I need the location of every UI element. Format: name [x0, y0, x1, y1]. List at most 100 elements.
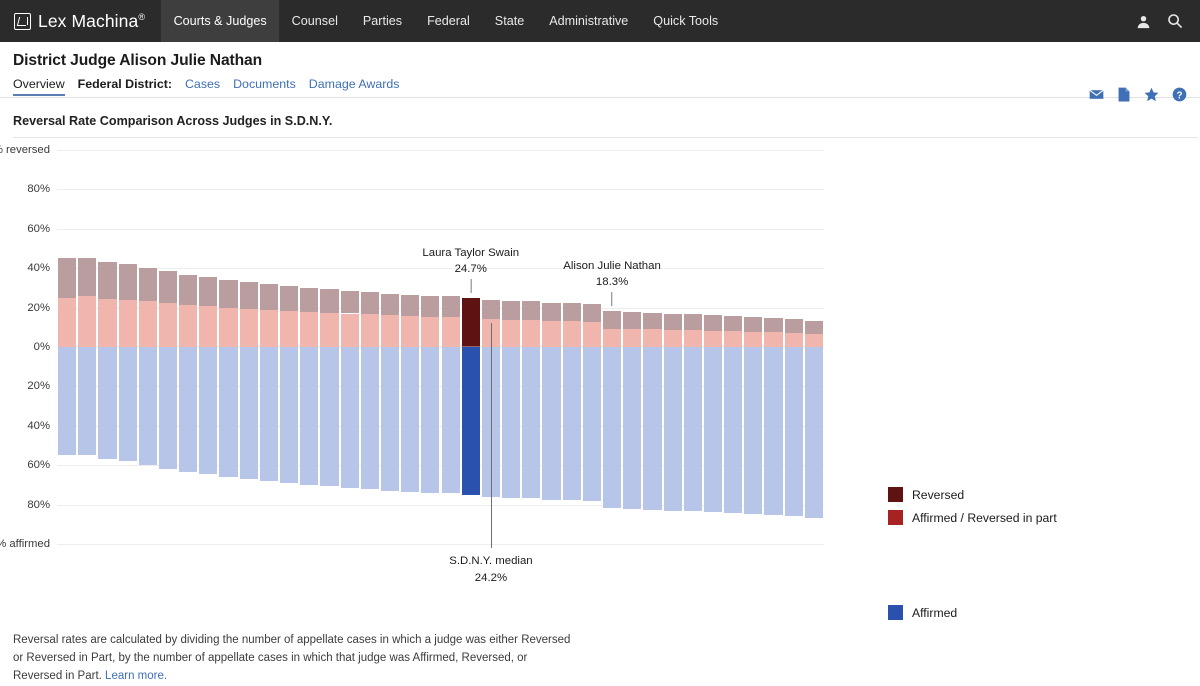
tab-overview[interactable]: Overview	[13, 77, 65, 96]
bar-segment-reversed	[623, 312, 641, 330]
user-icon[interactable]	[1136, 14, 1151, 29]
bar-segment-reversed	[320, 289, 338, 313]
chart-bar[interactable]	[199, 150, 217, 544]
chart-bar[interactable]	[583, 150, 601, 544]
y-axis-tick-label: 40%	[27, 420, 50, 432]
legend-item-reversed[interactable]: Reversed	[888, 483, 1057, 506]
bar-segment-affirmed	[421, 347, 439, 493]
bar-segment-partial	[744, 332, 762, 347]
nav-item-courts-judges[interactable]: Courts & Judges	[161, 0, 279, 42]
chart-bar[interactable]	[260, 150, 278, 544]
bar-segment-reversed	[664, 314, 682, 331]
chart-bar[interactable]	[320, 150, 338, 544]
chart-bar[interactable]	[341, 150, 359, 544]
chart-bar[interactable]	[664, 150, 682, 544]
chart-bar[interactable]	[623, 150, 641, 544]
chart-bar[interactable]	[179, 150, 197, 544]
email-icon[interactable]	[1089, 87, 1104, 102]
nav-label: Counsel	[292, 14, 338, 28]
top-navigation-bar: Lex Machina® Courts & Judges Counsel Par…	[0, 0, 1200, 42]
bar-segment-affirmed	[119, 347, 137, 461]
chart-bar[interactable]	[139, 150, 157, 544]
chart-bar[interactable]	[219, 150, 237, 544]
chart-bar[interactable]	[764, 150, 782, 544]
nav-item-state[interactable]: State	[482, 0, 536, 42]
chart-bar[interactable]	[98, 150, 116, 544]
footnote-text: Reversal rates are calculated by dividin…	[13, 634, 570, 682]
legend-item-affirmed[interactable]: Affirmed	[888, 601, 957, 624]
bar-segment-reversed	[341, 291, 359, 314]
nav-label: Federal	[427, 14, 470, 28]
bar-annotation: Alison Julie Nathan18.3%	[563, 258, 661, 306]
chart-bar[interactable]	[502, 150, 520, 544]
star-icon[interactable]	[1144, 87, 1159, 102]
chart-bar[interactable]	[280, 150, 298, 544]
chart-bar[interactable]	[643, 150, 661, 544]
bar-segment-partial	[724, 331, 742, 347]
bar-annotation-name: Alison Julie Nathan	[563, 258, 661, 274]
chart-bar[interactable]	[119, 150, 137, 544]
chart-bar[interactable]	[724, 150, 742, 544]
chart-bar[interactable]	[401, 150, 419, 544]
legend-label-partial: Affirmed / Reversed in part	[912, 511, 1057, 525]
bar-segment-reversed	[522, 301, 540, 321]
bar-segment-partial	[785, 333, 803, 347]
chart-bar[interactable]	[361, 150, 379, 544]
chart-bar[interactable]	[744, 150, 762, 544]
link-documents[interactable]: Documents	[233, 77, 296, 91]
help-icon[interactable]: ?	[1172, 87, 1187, 102]
link-cases[interactable]: Cases	[185, 77, 220, 91]
nav-label: Quick Tools	[653, 14, 718, 28]
bar-segment-partial	[603, 329, 621, 347]
chart-bars	[57, 150, 824, 544]
chart-bar[interactable]	[442, 150, 460, 544]
bar-segment-reversed	[805, 321, 823, 334]
chart-bar[interactable]	[421, 150, 439, 544]
bar-segment-reversed	[603, 311, 621, 329]
brand-logo[interactable]: Lex Machina®	[0, 0, 161, 42]
bar-segment-partial	[542, 321, 560, 347]
legend-swatch-partial	[888, 510, 903, 525]
bar-segment-reversed	[199, 277, 217, 306]
chart-bar[interactable]	[462, 150, 480, 544]
nav-item-parties[interactable]: Parties	[350, 0, 414, 42]
bar-segment-partial	[764, 332, 782, 347]
chart-bar[interactable]	[58, 150, 76, 544]
bar-segment-reversed	[502, 301, 520, 321]
chart-bar[interactable]	[522, 150, 540, 544]
chart-bar[interactable]	[805, 150, 823, 544]
chart-bar[interactable]	[78, 150, 96, 544]
chart-bar[interactable]	[159, 150, 177, 544]
chart-bar[interactable]	[785, 150, 803, 544]
nav-item-administrative[interactable]: Administrative	[537, 0, 641, 42]
chart-plot-area: 100% reversed80%60%40%20%0%20%40%60%80%1…	[57, 150, 824, 544]
chart-bar[interactable]	[240, 150, 258, 544]
bar-segment-reversed	[361, 292, 379, 315]
legend-item-partial[interactable]: Affirmed / Reversed in part	[888, 506, 1057, 529]
chart-bar[interactable]	[381, 150, 399, 544]
chart-bar[interactable]	[542, 150, 560, 544]
bar-annotation-name: Laura Taylor Swain	[422, 245, 519, 261]
chart-bar[interactable]	[300, 150, 318, 544]
nav-item-federal[interactable]: Federal	[415, 0, 483, 42]
document-icon[interactable]	[1117, 87, 1131, 102]
bar-segment-reversed	[704, 315, 722, 331]
chart-bar[interactable]	[684, 150, 702, 544]
chart-bar[interactable]	[704, 150, 722, 544]
nav-item-quick-tools[interactable]: Quick Tools	[641, 0, 731, 42]
chart-card-title: Reversal Rate Comparison Across Judges i…	[13, 114, 1198, 138]
chart-bar[interactable]	[603, 150, 621, 544]
bar-segment-affirmed	[502, 347, 520, 498]
bar-segment-partial	[583, 322, 601, 347]
y-axis-tick-label: 40%	[27, 262, 50, 274]
bar-segment-partial	[199, 306, 217, 347]
bar-segment-affirmed	[361, 347, 379, 489]
nav-item-counsel[interactable]: Counsel	[279, 0, 350, 42]
chart-bar[interactable]	[563, 150, 581, 544]
search-icon[interactable]	[1167, 13, 1183, 29]
bar-segment-reversed	[401, 295, 419, 317]
bar-segment-affirmed	[260, 347, 278, 481]
link-damage-awards[interactable]: Damage Awards	[309, 77, 400, 91]
bar-segment-affirmed	[78, 347, 96, 455]
bar-segment-reversed	[381, 294, 399, 316]
